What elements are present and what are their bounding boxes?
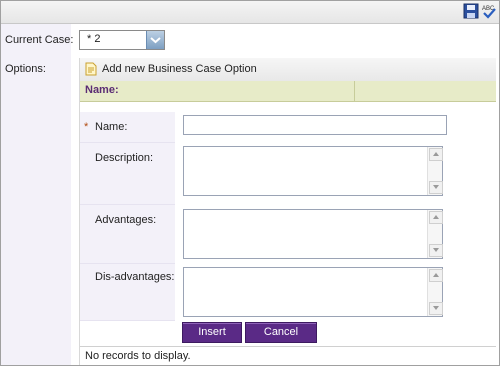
scroll-down-icon[interactable] [429, 181, 443, 194]
advantages-scrollbar[interactable] [427, 210, 443, 258]
description-textarea[interactable] [183, 146, 443, 196]
disadvantages-scrollbar[interactable] [427, 268, 443, 316]
insert-button[interactable]: Insert [182, 322, 242, 343]
form-buttons: Insert Cancel [80, 320, 496, 346]
current-case-value: * 2 [87, 33, 101, 45]
chevron-down-icon[interactable] [146, 31, 164, 49]
name-input[interactable] [183, 115, 447, 135]
editor-window: ABC Current Case: Options: * 2 Add new B… [0, 0, 500, 366]
column-header-name[interactable]: Name: [85, 84, 119, 96]
grid-header: Name: [80, 81, 496, 102]
disadvantages-textarea[interactable] [183, 267, 443, 317]
no-records-row: No records to display. [80, 346, 496, 365]
add-new-option-row[interactable]: Add new Business Case Option [80, 58, 496, 82]
current-case-label: Current Case: [5, 34, 74, 46]
scroll-up-icon[interactable] [429, 148, 443, 161]
top-toolbar: ABC [1, 1, 499, 24]
scroll-up-icon[interactable] [429, 269, 443, 282]
name-label: Name: [95, 121, 128, 133]
advantages-textarea[interactable] [183, 209, 443, 259]
disadvantages-label: Dis-advantages: [95, 271, 175, 283]
label-column [1, 24, 71, 365]
scroll-down-icon[interactable] [429, 302, 443, 315]
description-scrollbar[interactable] [427, 147, 443, 195]
cancel-button[interactable]: Cancel [245, 322, 317, 343]
scroll-up-icon[interactable] [429, 211, 443, 224]
save-icon[interactable] [463, 3, 479, 19]
column-divider [354, 81, 355, 101]
no-records-text: No records to display. [85, 350, 191, 362]
scroll-down-icon[interactable] [429, 244, 443, 257]
options-label: Options: [5, 63, 46, 75]
required-marker: * [84, 121, 89, 133]
advantages-label: Advantages: [95, 214, 157, 226]
options-grid: Add new Business Case Option Name: * Nam… [79, 58, 496, 365]
description-label: Description: [95, 152, 154, 164]
spellcheck-icon[interactable]: ABC [481, 3, 497, 19]
add-new-option-link[interactable]: Add new Business Case Option [102, 63, 257, 75]
current-case-select[interactable]: * 2 [79, 30, 165, 50]
add-document-icon[interactable] [85, 62, 97, 79]
